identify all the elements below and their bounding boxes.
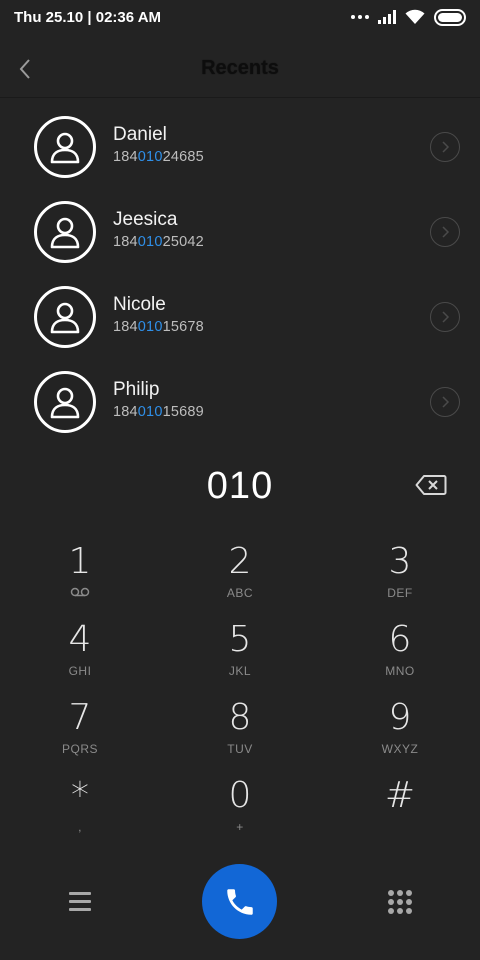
avatar [34, 116, 96, 178]
key-letters: , [78, 820, 82, 834]
contact-name: Philip [113, 379, 160, 400]
menu-icon [69, 891, 91, 895]
dialpad-toggle-button[interactable] [384, 886, 416, 918]
key-digit: * [71, 775, 89, 816]
key-digit: 9 [388, 697, 412, 738]
key-letters: ABC [226, 586, 254, 600]
key-1[interactable]: 1 [0, 538, 160, 616]
key-2[interactable]: 2 ABC [160, 538, 320, 616]
person-icon [50, 302, 80, 334]
key-digit: 3 [388, 541, 412, 582]
contact-name: Jeesica [113, 209, 178, 230]
contact-row-philip[interactable]: Philip 18401015689 [0, 359, 480, 444]
backspace-button[interactable] [412, 470, 450, 500]
contact-detail-button[interactable] [430, 132, 460, 162]
chevron-right-icon [442, 311, 450, 323]
status-icons [351, 8, 466, 26]
chevron-right-icon [442, 141, 450, 153]
battery-icon [434, 8, 466, 26]
contact-row-daniel[interactable]: Daniel 18401024685 [0, 104, 480, 189]
key-6[interactable]: 6 MNO [320, 616, 480, 694]
chevron-left-icon [19, 59, 30, 79]
backspace-icon [415, 475, 447, 495]
status-bar: Thu 25.10 | 02:36 AM [0, 0, 480, 34]
key-8[interactable]: 8 TUV [160, 694, 320, 772]
voicemail-icon [70, 586, 90, 600]
key-5[interactable]: 5 JKL [160, 616, 320, 694]
key-0[interactable]: 0 + [160, 772, 320, 850]
key-hash[interactable]: # [320, 772, 480, 850]
key-letters: JKL [228, 664, 252, 678]
key-7[interactable]: 7 PQRS [0, 694, 160, 772]
key-letters: PQRS [61, 742, 98, 756]
menu-button[interactable] [62, 886, 98, 916]
contact-row-nicole[interactable]: Nicole 18401015678 [0, 274, 480, 359]
contact-detail-button[interactable] [430, 302, 460, 332]
dialed-number[interactable]: 010 [207, 465, 273, 508]
call-button[interactable] [202, 864, 277, 939]
key-digit: 4 [68, 619, 92, 660]
key-digit: 2 [228, 541, 252, 582]
back-button[interactable] [8, 52, 42, 86]
contact-number: 18401015689 [113, 404, 204, 420]
phone-icon [226, 888, 253, 915]
avatar [34, 371, 96, 433]
key-digit: 1 [68, 541, 92, 582]
key-digit: 5 [228, 619, 252, 660]
key-digit: 6 [388, 619, 412, 660]
dialpad-icon [388, 890, 394, 896]
header: Recents [0, 40, 480, 98]
key-letters: TUV [227, 742, 253, 756]
chevron-right-icon [442, 396, 450, 408]
signal-icon [378, 10, 396, 24]
status-time: Thu 25.10 | 02:36 AM [14, 8, 162, 26]
avatar [34, 201, 96, 263]
key-9[interactable]: 9 WXYZ [320, 694, 480, 772]
wifi-icon [405, 9, 425, 24]
contact-number: 18401025042 [113, 234, 204, 250]
key-letters: MNO [385, 664, 415, 678]
contact-name: Nicole [113, 294, 166, 315]
contact-row-jeesica[interactable]: Jeesica 18401025042 [0, 189, 480, 274]
contact-number: 18401015678 [113, 319, 204, 335]
avatar [34, 286, 96, 348]
more-dots-icon [351, 15, 369, 19]
recents-list: Daniel 18401024685 Jeesica 18401025042 N… [0, 104, 480, 444]
key-letters: + [236, 820, 244, 834]
person-icon [50, 217, 80, 249]
contact-number: 18401024685 [113, 149, 204, 165]
keypad: 1 2 ABC 3 DEF 4 GHI 5 JKL 6 MNO 7 PQRS 8… [0, 538, 480, 850]
key-digit: # [384, 775, 416, 816]
contact-name: Daniel [113, 124, 167, 145]
person-icon [50, 387, 80, 419]
key-letters: GHI [68, 664, 92, 678]
contact-detail-button[interactable] [430, 387, 460, 417]
contact-detail-button[interactable] [430, 217, 460, 247]
key-letters: WXYZ [381, 742, 419, 756]
key-4[interactable]: 4 GHI [0, 616, 160, 694]
page-title: Recents [201, 57, 279, 79]
dial-display: 010 [0, 458, 480, 514]
key-star[interactable]: * , [0, 772, 160, 850]
bottom-bar [0, 862, 480, 942]
key-digit: 8 [228, 697, 252, 738]
person-icon [50, 132, 80, 164]
key-digit: 7 [68, 697, 92, 738]
key-letters: DEF [387, 586, 413, 600]
key-digit: 0 [228, 775, 252, 816]
key-3[interactable]: 3 DEF [320, 538, 480, 616]
chevron-right-icon [442, 226, 450, 238]
